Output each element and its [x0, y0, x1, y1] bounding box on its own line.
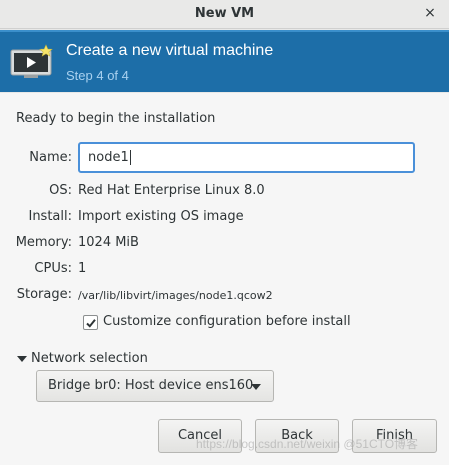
finish-button[interactable]: Finish [352, 419, 437, 453]
vm-monitor-icon [10, 44, 53, 78]
storage-value: /var/lib/libvirt/images/node1.qcow2 [78, 289, 273, 302]
memory-label: Memory: [15, 235, 72, 250]
network-source-dropdown[interactable]: Bridge br0: Host device ens160 [36, 370, 274, 402]
banner-step: Step 4 of 4 [66, 68, 129, 83]
name-field[interactable]: node1 [78, 142, 415, 173]
network-source-value: Bridge br0: Host device ens160 [48, 378, 254, 393]
window-title: New VM [194, 6, 255, 21]
name-label: Name: [29, 150, 72, 165]
cancel-button[interactable]: Cancel [158, 419, 242, 453]
close-icon[interactable]: × [423, 6, 437, 20]
network-selection-expander[interactable]: Network selection [17, 351, 148, 369]
os-label: OS: [49, 183, 72, 198]
wizard-banner: Create a new virtual machine Step 4 of 4 [0, 30, 449, 92]
customize-checkbox[interactable] [83, 315, 98, 330]
chevron-down-icon [251, 384, 261, 390]
name-field-value: node1 [88, 150, 129, 165]
checkmark-icon [86, 319, 96, 328]
storage-label: Storage: [16, 287, 72, 302]
network-selection-label: Network selection [31, 351, 148, 366]
memory-value: 1024 MiB [78, 235, 139, 250]
banner-title: Create a new virtual machine [66, 42, 274, 59]
install-value: Import existing OS image [78, 209, 244, 224]
cpus-label: CPUs: [34, 261, 72, 276]
os-value: Red Hat Enterprise Linux 8.0 [78, 183, 265, 198]
expander-arrow-icon [17, 355, 27, 362]
title-bar: New VM × [0, 0, 449, 29]
back-button[interactable]: Back [255, 419, 339, 453]
install-label: Install: [28, 209, 72, 224]
customize-label[interactable]: Customize configuration before install [103, 314, 351, 329]
cpus-value: 1 [78, 261, 87, 276]
wizard-content: Ready to begin the installation Name: no… [0, 93, 449, 465]
summary-heading: Ready to begin the installation [16, 111, 216, 126]
